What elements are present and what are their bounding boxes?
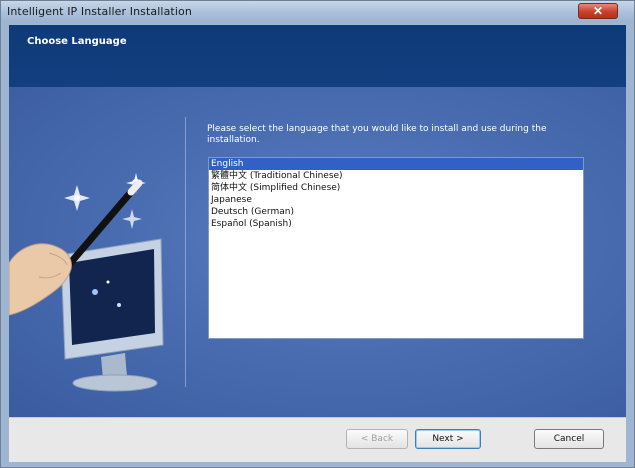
title-bar[interactable]: Intelligent IP Installer Installation ✕ xyxy=(1,1,634,23)
hand-icon xyxy=(9,243,72,316)
wizard-client-area: Choose Language Please select the langua… xyxy=(9,25,626,462)
language-listbox[interactable]: English 繁體中文 (Traditional Chinese) 简体中文 … xyxy=(208,157,584,339)
panel-divider xyxy=(185,117,186,387)
magic-wand-monitor-illustration xyxy=(9,173,164,392)
language-option[interactable]: 繁體中文 (Traditional Chinese) xyxy=(209,170,583,182)
language-option[interactable]: Español (Spanish) xyxy=(209,218,583,230)
next-button[interactable]: Next > xyxy=(415,429,481,449)
language-option[interactable]: 简体中文 (Simplified Chinese) xyxy=(209,182,583,194)
language-option[interactable]: Japanese xyxy=(209,194,583,206)
window-title: Intelligent IP Installer Installation xyxy=(7,5,192,18)
wizard-header: Choose Language xyxy=(9,25,626,87)
back-button[interactable]: < Back xyxy=(346,429,408,449)
page-title: Choose Language xyxy=(27,36,127,47)
instruction-text: Please select the language that you woul… xyxy=(207,124,547,145)
installer-window: Intelligent IP Installer Installation ✕ … xyxy=(0,0,635,468)
wizard-body: Please select the language that you woul… xyxy=(9,87,626,417)
language-option[interactable]: Deutsch (German) xyxy=(209,206,583,218)
monitor-icon xyxy=(60,238,164,392)
wizard-footer: < Back Next > Cancel xyxy=(9,417,626,462)
close-button[interactable]: ✕ xyxy=(578,3,618,19)
language-option[interactable]: English xyxy=(209,158,583,170)
cancel-button[interactable]: Cancel xyxy=(534,429,604,449)
